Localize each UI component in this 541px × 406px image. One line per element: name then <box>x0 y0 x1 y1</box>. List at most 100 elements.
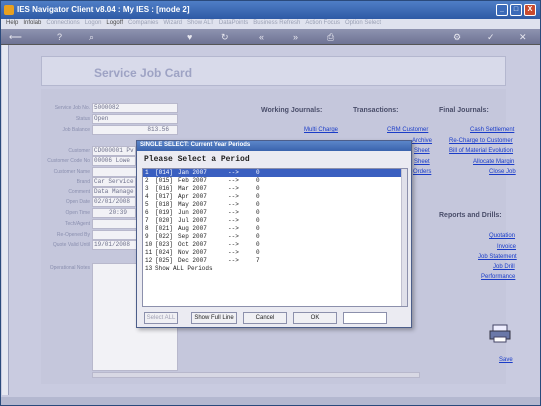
period-list-item[interactable]: 1 [014] Jan 2007 --> 0 <box>143 169 407 177</box>
period-list-item[interactable]: 3 [016] Mar 2007 --> 0 <box>143 185 407 193</box>
period-list-item[interactable]: 9 [022] Sep 2007 --> 0 <box>143 233 407 241</box>
period-cell-arrow: --> <box>228 249 239 256</box>
period-cell-n: 4 <box>145 193 149 200</box>
menu-item[interactable]: Business Refresh <box>253 20 300 26</box>
period-list-item[interactable]: 12 [025] Dec 2007 --> 7 <box>143 257 407 265</box>
menu-item[interactable]: Connections <box>46 20 79 26</box>
cancel-button[interactable]: Cancel <box>243 312 287 324</box>
back-arrow-icon[interactable]: ⟵ <box>9 32 22 42</box>
sheet-link-1[interactable]: Sheet <box>414 148 430 154</box>
menu-item[interactable]: Wizard <box>163 20 182 26</box>
print-icon[interactable]: ⎙ <box>327 32 334 42</box>
forward-icon[interactable]: » <box>293 32 298 42</box>
menu-item[interactable]: Action Focus <box>305 20 340 26</box>
save-link[interactable]: Save <box>499 357 513 363</box>
period-list-item[interactable]: 5 [018] May 2007 --> 0 <box>143 201 407 209</box>
dialog-input[interactable] <box>343 312 387 324</box>
menu-item[interactable]: Logon <box>85 20 102 26</box>
working-journals-heading: Working Journals: <box>261 107 323 114</box>
field-value[interactable]: CD000001 Pv <box>92 146 136 156</box>
recharge-link[interactable]: Re-Charge to Customer <box>449 138 513 144</box>
field-label: Open Time <box>65 210 90 216</box>
printer-icon[interactable] <box>489 323 511 343</box>
performance-link[interactable]: Performance <box>481 274 515 280</box>
transactions-heading: Transactions: <box>353 107 399 114</box>
job-statement-link[interactable]: Job Statement <box>478 254 517 260</box>
field-value[interactable]: 5000082 <box>92 103 178 113</box>
app-window: IES Navigator Client v8.04 : My IES : [m… <box>0 0 541 406</box>
menu-item[interactable]: Companies <box>128 20 158 26</box>
rewind-icon[interactable]: « <box>259 32 264 42</box>
menu-item[interactable]: DataPoints <box>219 20 248 26</box>
period-list-item[interactable]: 4 [017] Apr 2007 --> 0 <box>143 193 407 201</box>
period-cell-n: 9 <box>145 233 149 240</box>
crm-customer-link[interactable]: CRM Customer <box>387 127 428 133</box>
field-value[interactable]: 02/01/2008 <box>92 197 136 207</box>
window-controls: _ □ X <box>496 4 536 16</box>
period-list-item[interactable]: 7 [020] Jul 2007 --> 0 <box>143 217 407 225</box>
dialog-title: SINGLE SELECT: Current Year Periods <box>137 141 411 151</box>
show-full-line-button[interactable]: Show Full Line <box>191 312 237 324</box>
multi-charge-link[interactable]: Multi Charge <box>304 127 338 133</box>
allocate-margin-link[interactable]: Allocate Margin <box>473 159 514 165</box>
field-label: Job Balance <box>62 127 90 133</box>
period-cell-n: 7 <box>145 217 149 224</box>
close-icon[interactable]: ✕ <box>519 32 527 42</box>
field-value[interactable]: Data Manage <box>92 187 136 197</box>
close-job-link[interactable]: Close Job <box>489 169 516 175</box>
period-cell-n: 3 <box>145 185 149 192</box>
period-list-item[interactable]: 2 [015] Feb 2007 --> 0 <box>143 177 407 185</box>
field-value[interactable]: 00006 Lowe <box>92 156 136 166</box>
app-logo-icon <box>4 5 14 15</box>
check-icon[interactable]: ✓ <box>487 32 495 42</box>
menu-item[interactable]: Help <box>6 20 18 26</box>
list-scrollbar[interactable] <box>401 169 407 306</box>
period-list-item[interactable]: 13 Show ALL Periods <box>143 265 407 273</box>
period-cell-period: Sep 2007 <box>178 233 207 240</box>
period-cell-code: [021] <box>155 225 174 232</box>
period-select-dialog: SINGLE SELECT: Current Year Periods Plea… <box>136 140 412 328</box>
menu-item[interactable]: Option Select <box>345 20 381 26</box>
field-label: Service Job No. <box>54 105 90 111</box>
field-value[interactable]: 20:39 <box>92 208 136 218</box>
invoice-link[interactable]: Invoice <box>497 244 516 250</box>
minimize-button[interactable]: _ <box>496 4 508 16</box>
help-icon[interactable]: ? <box>57 32 62 42</box>
horizontal-scrollbar[interactable] <box>92 372 420 378</box>
menu-item[interactable]: Infolab <box>23 20 41 26</box>
refresh-icon[interactable]: ↻ <box>221 32 229 42</box>
ok-button[interactable]: OK <box>293 312 337 324</box>
period-cell-code: [016] <box>155 185 174 192</box>
sheet-link-2[interactable]: Sheet <box>414 159 430 165</box>
period-cell-code: [018] <box>155 201 174 208</box>
archive-link[interactable]: Archive <box>412 138 432 144</box>
period-list-item[interactable]: 11 [024] Nov 2007 --> 0 <box>143 249 407 257</box>
field-value[interactable]: Open <box>92 114 178 124</box>
heart-icon[interactable]: ♥ <box>187 32 192 42</box>
job-drill-link[interactable]: Job Drill <box>493 264 515 270</box>
field-value[interactable]: 813.56 <box>92 125 178 135</box>
settings-icon[interactable]: ⚙ <box>453 32 461 42</box>
select-all-button[interactable]: Select ALL <box>144 312 178 324</box>
period-cell-n: 5 <box>145 201 149 208</box>
period-cell-code: [023] <box>155 241 174 248</box>
maximize-button[interactable]: □ <box>510 4 522 16</box>
bom-link[interactable]: Bill of Material Evolution <box>449 148 513 154</box>
menu-item[interactable]: Logoff <box>106 20 123 26</box>
period-cell-count: 0 <box>256 209 260 216</box>
period-list-item[interactable]: 6 [019] Jun 2007 --> 0 <box>143 209 407 217</box>
field-value[interactable]: Car Service <box>92 177 136 187</box>
orders-link[interactable]: Orders <box>413 169 431 175</box>
menu-item[interactable]: Show ALT <box>187 20 214 26</box>
cash-settlement-link[interactable]: Cash Settlement <box>470 127 514 133</box>
period-cell-n: 11 <box>145 249 153 256</box>
period-cell-arrow: --> <box>228 233 239 240</box>
search-icon[interactable]: ⌕ <box>89 32 94 42</box>
field-label: Status <box>75 116 90 122</box>
period-cell-code: [025] <box>155 257 174 264</box>
close-window-button[interactable]: X <box>524 4 536 16</box>
period-list[interactable]: 1 [014] Jan 2007 --> 0 2 [015] Feb 2007 --> 0 3 [01… <box>142 168 408 307</box>
period-list-item[interactable]: 8 [021] Aug 2007 --> 0 <box>143 225 407 233</box>
quotation-link[interactable]: Quotation <box>489 233 515 239</box>
period-list-item[interactable]: 10 [023] Oct 2007 --> 0 <box>143 241 407 249</box>
